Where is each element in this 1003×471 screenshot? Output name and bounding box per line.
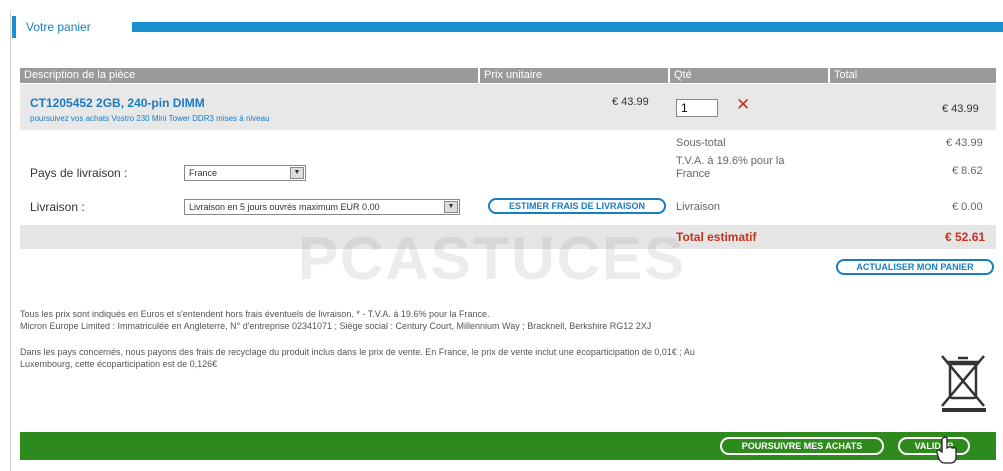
subtotal-value: € 43.99 [946,137,983,149]
unit-price: € 43.99 [612,96,649,108]
section-header: Votre panier [12,16,1003,38]
delivery-select-value: Livraison en 5 jours ouvrés maximum EUR … [189,202,380,212]
vat-label: T.V.A. à 19.6% pour la France [676,155,785,180]
subtotal-label: Sous-total [676,137,726,149]
watermark: PCASTUCES [298,225,687,292]
page-title: Votre panier [26,20,91,34]
country-select[interactable]: France ▼ [184,165,306,181]
total-label: Total estimatif [676,230,757,244]
total-value: € 52.61 [945,230,986,244]
recycle-bin-crossed-icon [938,350,990,417]
recycling-note-line2: Luxembourg, cette écoparticipation est d… [20,359,218,369]
continue-shopping-button[interactable]: POURSUIVRE MES ACHATS [720,437,884,455]
col-header-unit-price: Prix unitaire [480,68,668,83]
hand-cursor-icon [936,436,958,469]
validate-button[interactable]: VALIDER [898,437,970,455]
delivery-summary-value: € 0.00 [952,201,983,213]
price-note: Tous les prix sont indiqués en Euros et … [20,309,490,319]
delivery-summary-label: Livraison [676,201,721,213]
remove-icon[interactable]: ✕ [736,96,750,113]
col-header-total: Total [830,68,996,83]
vat-value: € 8.62 [952,165,983,177]
company-note: Micron Europe Limited : Immatriculée en … [20,321,652,331]
delivery-select[interactable]: Livraison en 5 jours ouvrés maximum EUR … [184,199,460,215]
update-cart-button[interactable]: ACTUALISER MON PANIER [836,259,994,275]
line-total: € 43.99 [942,103,979,115]
dropdown-arrow-icon[interactable]: ▼ [290,167,304,179]
dropdown-arrow-icon[interactable]: ▼ [444,201,458,213]
delivery-label: Livraison : [30,200,85,214]
header-accent-bar [132,22,1003,32]
col-header-description: Description de la pièce [20,68,478,83]
product-name-link[interactable]: CT1205452 2GB, 240-pin DIMM [30,96,205,110]
country-select-value: France [189,168,218,178]
product-subtitle-link[interactable]: poursuivez vos achats Vostro 230 Mini To… [30,114,270,123]
header-tab: Votre panier [12,16,128,38]
estimate-shipping-button[interactable]: ESTIMER FRAIS DE LIVRAISON [488,198,666,214]
recycling-note-line1: Dans les pays concernés, nous payons des… [20,347,695,357]
quantity-input[interactable] [676,99,718,117]
country-label: Pays de livraison : [30,166,128,180]
col-header-quantity: Qté [670,68,828,83]
